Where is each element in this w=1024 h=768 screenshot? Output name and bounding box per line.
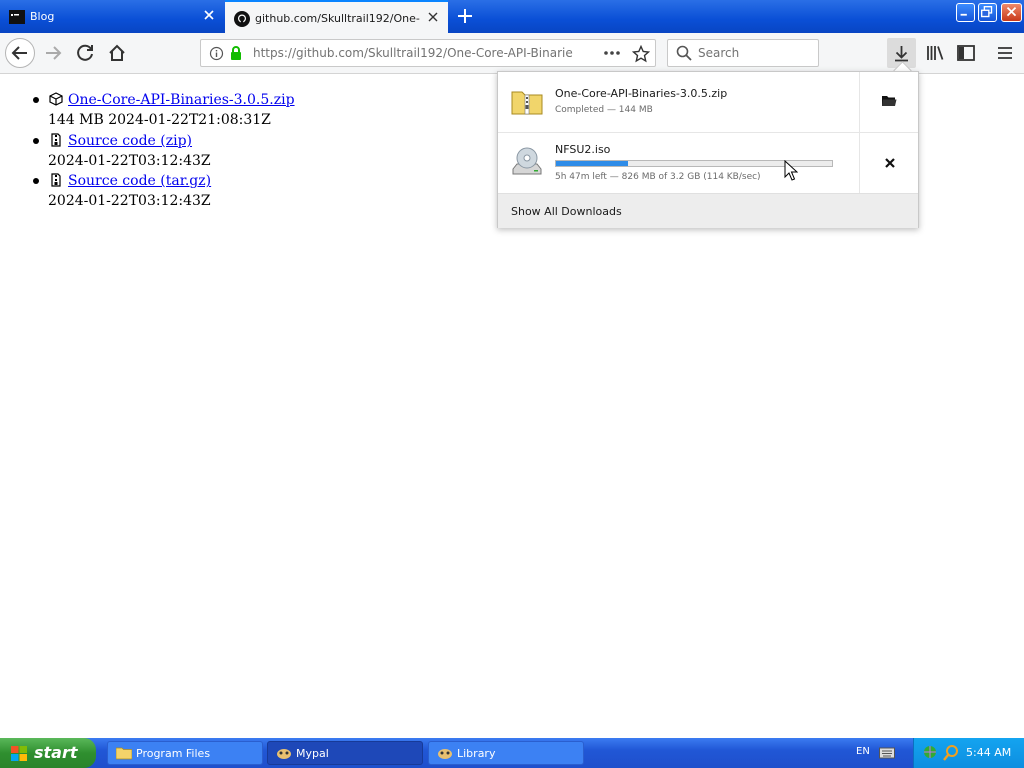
- restore-button[interactable]: [978, 3, 997, 22]
- forward-button[interactable]: [40, 39, 68, 67]
- lock-icon: [231, 46, 241, 60]
- start-label: start: [34, 743, 78, 762]
- library-icon: [438, 749, 452, 759]
- download-name: One-Core-API-Binaries-3.0.5.zip: [555, 87, 728, 100]
- zip-folder-icon: [511, 91, 543, 115]
- arrow-left-icon: [11, 46, 27, 60]
- file-zip-icon: [51, 133, 61, 147]
- mouse-cursor-icon: [784, 160, 798, 181]
- bookmark-star-icon[interactable]: [632, 45, 650, 63]
- download-name: NFSU2.iso: [555, 143, 611, 156]
- navigation-toolbar: https://github.com/Skulltrail192/One-Cor…: [0, 33, 1024, 74]
- network-icon[interactable]: [922, 744, 940, 762]
- task-label: Program Files: [136, 747, 211, 760]
- cancel-download-button[interactable]: [860, 133, 918, 193]
- windows-logo-icon: [11, 746, 27, 761]
- minimize-icon: [960, 13, 967, 16]
- window-close-button[interactable]: [1001, 3, 1022, 22]
- page-actions-icon[interactable]: [603, 47, 621, 59]
- close-tab-icon[interactable]: [426, 10, 440, 24]
- clock: 5:44 AM: [966, 746, 1012, 759]
- tab-strip: Blog github.com/Skulltrail192/One-Core: [0, 0, 1024, 33]
- asset-meta: 144 MB 2024-01-22T21:08:31Z: [48, 112, 271, 128]
- open-folder-icon: [882, 96, 897, 106]
- restore-icon: [981, 6, 993, 18]
- reload-button[interactable]: [72, 39, 100, 67]
- url-text: https://github.com/Skulltrail192/One-Cor…: [253, 46, 573, 60]
- home-button[interactable]: [103, 39, 131, 67]
- progress-fill: [556, 161, 628, 166]
- tab-github[interactable]: github.com/Skulltrail192/One-Core: [225, 0, 448, 33]
- bullet: [33, 138, 39, 144]
- search-icon: [676, 45, 692, 61]
- minimize-button[interactable]: [956, 3, 975, 22]
- language-indicator[interactable]: EN: [856, 746, 870, 757]
- library-icon[interactable]: [921, 39, 949, 67]
- task-label: Mypal: [296, 747, 329, 760]
- disc-image-icon: [512, 147, 542, 175]
- search-tray-icon[interactable]: [942, 744, 960, 762]
- start-button[interactable]: start: [0, 738, 96, 768]
- taskbar-item-program-files[interactable]: Program Files: [107, 741, 263, 765]
- downloads-panel: One-Core-API-Binaries-3.0.5.zip Complete…: [497, 71, 919, 228]
- show-all-downloads-button[interactable]: Show All Downloads: [498, 193, 918, 228]
- download-arrow-icon: [895, 46, 908, 62]
- bullet: [33, 97, 39, 103]
- back-button[interactable]: [5, 38, 35, 68]
- sidebar-toggle-icon[interactable]: [952, 39, 980, 67]
- package-icon: [49, 92, 63, 106]
- asset-link[interactable]: Source code (tar.gz): [68, 173, 211, 189]
- tab-blog[interactable]: Blog: [0, 0, 224, 33]
- close-icon: [1006, 6, 1017, 17]
- hamburger-menu-icon[interactable]: [991, 39, 1019, 67]
- mypal-icon: [277, 749, 291, 759]
- taskbar: start Program Files Mypal Library EN 5:4…: [0, 738, 1024, 768]
- file-zip-icon: [51, 173, 61, 187]
- asset-meta: 2024-01-22T03:12:43Z: [48, 153, 211, 169]
- info-icon[interactable]: [209, 46, 224, 61]
- asset-link[interactable]: Source code (zip): [68, 133, 192, 149]
- folder-icon: [116, 747, 132, 760]
- keyboard-icon[interactable]: [879, 747, 895, 759]
- open-folder-button[interactable]: [860, 72, 918, 132]
- search-placeholder: Search: [698, 46, 740, 60]
- download-status: 5h 47m left — 826 MB of 3.2 GB (114 KB/s…: [555, 172, 761, 182]
- bullet: [33, 178, 39, 184]
- search-input[interactable]: Search: [667, 39, 819, 67]
- asset-meta: 2024-01-22T03:12:43Z: [48, 193, 211, 209]
- show-all-label: Show All Downloads: [511, 205, 622, 218]
- github-favicon-icon: [234, 11, 250, 27]
- url-bar[interactable]: https://github.com/Skulltrail192/One-Cor…: [200, 39, 656, 67]
- close-tab-icon[interactable]: [202, 8, 216, 22]
- task-label: Library: [457, 747, 496, 760]
- asset-link[interactable]: One-Core-API-Binaries-3.0.5.zip: [68, 92, 295, 108]
- download-item[interactable]: NFSU2.iso 5h 47m left — 826 MB of 3.2 GB…: [498, 133, 918, 193]
- cancel-icon: [885, 158, 895, 168]
- download-item[interactable]: One-Core-API-Binaries-3.0.5.zip Complete…: [498, 72, 918, 133]
- taskbar-item-library[interactable]: Library: [428, 741, 584, 765]
- taskbar-item-mypal[interactable]: Mypal: [267, 741, 423, 765]
- tab-title: github.com/Skulltrail192/One-Core: [255, 12, 420, 25]
- terminal-favicon-icon: [9, 10, 25, 24]
- new-tab-icon[interactable]: [456, 7, 474, 25]
- download-status: Completed — 144 MB: [555, 105, 653, 115]
- tab-title: Blog: [30, 10, 55, 23]
